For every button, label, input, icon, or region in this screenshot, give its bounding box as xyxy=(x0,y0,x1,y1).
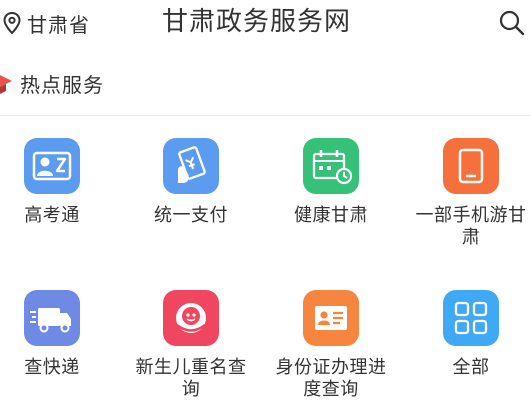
tablet-icon xyxy=(443,138,499,194)
all-grid-icon xyxy=(443,290,499,346)
top-bar: 甘肃省 甘肃政务服务网 xyxy=(0,0,531,48)
service-item-newborn-name-query[interactable]: 新生儿重名查询 xyxy=(125,290,257,401)
payment-card-icon xyxy=(163,138,219,194)
service-label: 新生儿重名查询 xyxy=(135,357,247,400)
service-label: 身份证办理进度查询 xyxy=(275,357,387,400)
divider xyxy=(0,115,531,116)
service-item-all[interactable]: 全部 xyxy=(405,290,531,379)
service-item-gaokaotong[interactable]: 高考通 xyxy=(0,138,118,227)
service-item-mobile-tour-gansu[interactable]: 一部手机游甘肃 xyxy=(405,138,531,249)
service-item-unified-payment[interactable]: 统一支付 xyxy=(125,138,257,227)
section-title: 热点服务 xyxy=(20,72,104,97)
service-item-id-card-progress[interactable]: 身份证办理进度查询 xyxy=(265,290,397,401)
search-icon[interactable] xyxy=(498,9,526,37)
service-label: 统一支付 xyxy=(154,205,228,226)
service-label: 查快递 xyxy=(24,357,80,378)
service-label: 健康甘肃 xyxy=(294,205,368,226)
health-calendar-icon xyxy=(303,138,359,194)
service-label: 全部 xyxy=(452,357,490,378)
section-header: 热点服务 xyxy=(0,66,104,100)
location-pin-icon xyxy=(3,11,21,35)
service-label: 一部手机游甘肃 xyxy=(415,205,527,248)
student-card-icon xyxy=(24,138,80,194)
delivery-truck-icon xyxy=(24,290,80,346)
id-card-icon xyxy=(303,290,359,346)
section-flag-icon xyxy=(0,75,12,94)
service-item-health-gansu[interactable]: 健康甘肃 xyxy=(265,138,397,227)
service-item-express-query[interactable]: 查快递 xyxy=(0,290,118,379)
newborn-icon xyxy=(163,290,219,346)
location-label: 甘肃省 xyxy=(27,12,90,37)
service-label: 高考通 xyxy=(24,205,80,226)
page-title: 甘肃政务服务网 xyxy=(162,7,352,37)
location-selector[interactable]: 甘肃省 xyxy=(2,9,90,37)
